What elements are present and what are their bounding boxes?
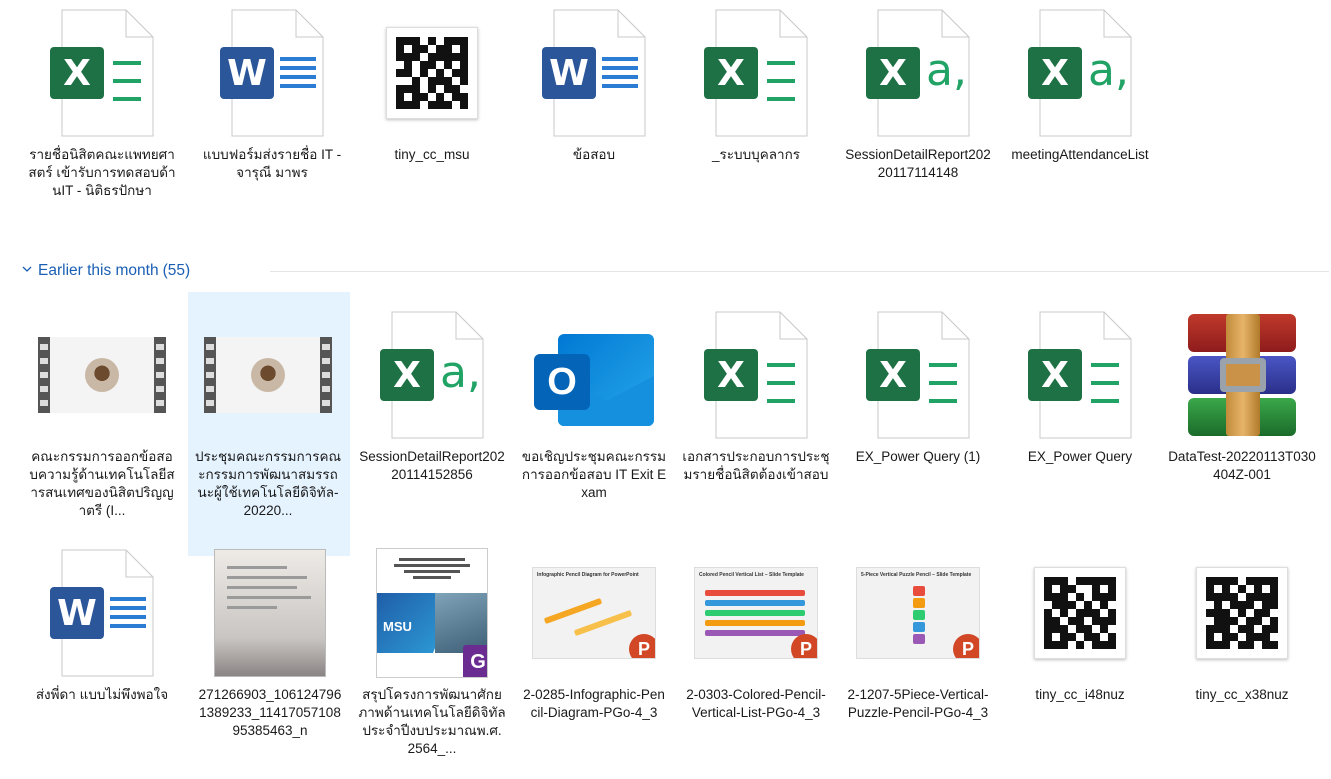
file-tile[interactable]: X รายชื่อนิสิตคณะแพทยศาสตร์ เข้ารับการทด… [22,4,182,200]
file-name: 271266903_1061247961389233_1141705710895… [198,687,342,738]
excel-file-icon: X [704,9,808,137]
file-tile[interactable]: W ข้อสอบ [514,4,674,164]
file-tile[interactable]: tiny_cc_x38nuz [1162,544,1322,704]
file-name: 2-0303-Colored-Pencil-Vertical-List-PGo-… [686,687,826,720]
file-name: สรุปโครงการพัฒนาศักยภาพด้านเทคโนโลยีดิจิ… [358,687,506,756]
qr-code-icon [1034,567,1126,659]
winrar-archive-icon [1182,314,1302,436]
scanned-image-icon [214,549,326,677]
file-name: แบบฟอร์มส่งรายชื่อ IT - จารุณี มาพร [202,147,342,180]
group-count: (55) [162,262,191,279]
chevron-down-icon [22,266,32,272]
file-name: EX_Power Query (1) [855,449,981,464]
file-tile[interactable]: Infographic Pencil Diagram for PowerPoin… [514,544,674,722]
file-name: _ระบบบุคลากร [711,147,801,162]
file-tile[interactable]: tiny_cc_i48nuz [1000,544,1160,704]
file-tile[interactable]: คณะกรรมการออกข้อสอบความรู้ด้านเทคโนโลยีส… [22,306,182,520]
file-name: meetingAttendanceList [1011,147,1149,162]
qr-code-icon [1196,567,1288,659]
file-tile[interactable]: Colored Pencil Vertical List – Slide Tem… [676,544,836,722]
file-thumbnail: X [22,4,182,142]
file-tile[interactable]: O ขอเชิญประชุมคณะกรรมการออกข้อสอบ IT Exi… [514,306,674,502]
file-name: EX_Power Query [1027,449,1133,464]
file-tile[interactable]: X EX_Power Query (1) [838,306,998,466]
file-name: เอกสารประกอบการประชุมรายชื่อนิสิตต้องเข้… [682,449,830,482]
file-tile[interactable]: 271266903_1061247961389233_1141705710895… [190,544,350,740]
pdf-file-icon: MSU G [376,548,488,678]
file-tile[interactable]: MSU G สรุปโครงการพัฒนาศักยภาพด้านเทคโนโล… [352,544,512,758]
group-header-earlier-this-month[interactable]: Earlier this month (55) [22,260,190,282]
file-tile[interactable]: X a, meetingAttendanceList [1000,4,1160,164]
file-name: 2-0285-Infographic-Pencil-Diagram-PGo-4_… [523,687,665,720]
qr-code-icon [386,27,478,119]
file-name: SessionDetailReport20220114152856 [359,449,505,482]
file-name: DataTest-20220113T030404Z-001 [1168,449,1316,482]
file-name: 2-1207-5Piece-Vertical-Puzzle-Pencil-PGo… [847,687,989,720]
file-tile[interactable]: X EX_Power Query [1000,306,1160,466]
powerpoint-file-icon: 5-Piece Vertical Puzzle Pencil – Slide T… [856,567,980,659]
excel-file-icon: X [1028,311,1132,439]
file-name: ขอเชิญประชุมคณะกรรมการออกข้อสอบ IT Exit … [521,449,667,500]
file-name: SessionDetailReport20220117114148 [845,147,991,180]
excel-file-icon: X [866,311,970,439]
file-tile[interactable]: X _ระบบบุคลากร [676,4,836,164]
file-name: รายชื่อนิสิตคณะแพทยศาสตร์ เข้ารับการทดสอ… [28,147,176,198]
file-tile[interactable]: X เอกสารประกอบการประชุมรายชื่อนิสิตต้องเ… [676,306,836,484]
word-file-icon: W [220,9,324,137]
file-name: ส่งพี่ดา แบบไม่พึงพอใจ [35,687,169,702]
file-tile[interactable]: 5-Piece Vertical Puzzle Pencil – Slide T… [838,544,998,722]
file-name: tiny_cc_x38nuz [1195,687,1289,702]
word-file-icon: W [50,549,154,677]
file-name: ประชุมคณะกรรมการคณะกรรมการพัฒนาสมรรถนะผู… [194,449,342,518]
powerpoint-file-icon: Colored Pencil Vertical List – Slide Tem… [694,567,818,659]
csv-file-icon: X a, [1028,9,1132,137]
group-divider [270,271,1329,272]
file-tile[interactable]: DataTest-20220113T030404Z-001 [1162,306,1322,484]
csv-file-icon: X a, [866,9,970,137]
file-tile[interactable]: X a, SessionDetailReport20220117114148 [838,4,998,182]
csv-file-icon: X a, [380,311,484,439]
video-file-icon [38,337,166,413]
word-file-icon: W [542,9,646,137]
file-name: ข้อสอบ [572,147,616,162]
file-tile[interactable]: W แบบฟอร์มส่งรายชื่อ IT - จารุณี มาพร [192,4,352,182]
group-title: Earlier this month [38,262,159,279]
file-name: คณะกรรมการออกข้อสอบความรู้ด้านเทคโนโลยีส… [29,449,175,518]
file-tile[interactable]: tiny_cc_msu [352,4,512,164]
video-file-icon [204,337,332,413]
excel-file-icon: X [50,9,154,137]
file-tile[interactable]: X a, SessionDetailReport20220114152856 [352,306,512,484]
file-tile[interactable]: W ส่งพี่ดา แบบไม่พึงพอใจ [22,544,182,704]
outlook-message-icon: O [534,320,654,430]
powerpoint-file-icon: Infographic Pencil Diagram for PowerPoin… [532,567,656,659]
file-tile-selected[interactable]: ประชุมคณะกรรมการคณะกรรมการพัฒนาสมรรถนะผู… [188,292,350,556]
pdf-badge-icon: G [463,645,487,677]
file-name: tiny_cc_msu [394,147,470,162]
file-name: tiny_cc_i48nuz [1035,687,1125,702]
excel-file-icon: X [704,311,808,439]
